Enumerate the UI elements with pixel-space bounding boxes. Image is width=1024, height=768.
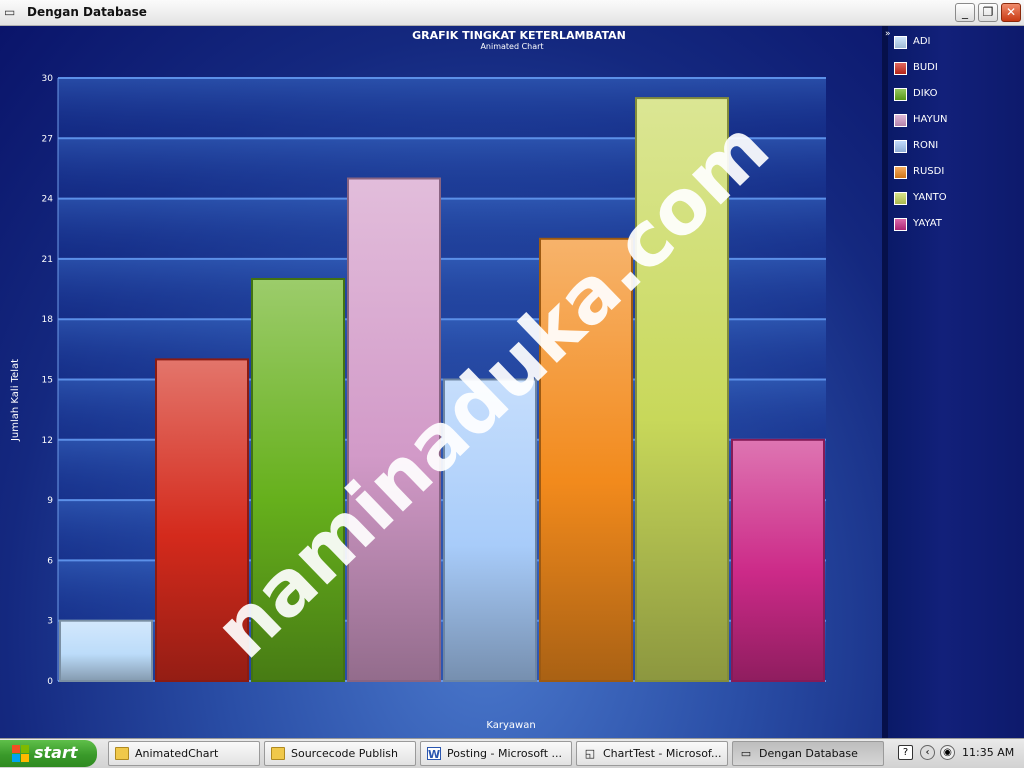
legend-swatch <box>894 166 907 179</box>
folder-icon <box>271 747 285 760</box>
y-tick-label: 0 <box>47 677 53 687</box>
bar-yayat <box>731 438 825 682</box>
legend-swatch <box>894 88 907 101</box>
taskbar: start AnimatedChart Sourcecode Publish W… <box>0 738 1024 768</box>
y-tick-label: 24 <box>42 195 54 205</box>
y-tick-label: 30 <box>42 74 54 84</box>
window-title: Dengan Database <box>27 5 147 19</box>
taskbar-button-posting-word[interactable]: W Posting - Microsoft ... <box>420 741 572 766</box>
taskbar-button-label: Sourcecode Publish <box>291 747 399 760</box>
taskbar-button-dengan-database[interactable]: ▭ Dengan Database <box>732 741 884 766</box>
legend-label: BUDI <box>913 62 938 73</box>
chart-title: GRAFIK TINGKAT KETERLAMBATAN <box>412 29 626 42</box>
y-tick-label: 15 <box>42 376 53 386</box>
restore-button[interactable]: ❐ <box>978 3 998 22</box>
y-tick-label: 12 <box>42 436 53 446</box>
legend-expand-icon[interactable]: » <box>885 29 891 39</box>
legend-label: YAYAT <box>913 218 942 229</box>
taskbar-button-animatedchart[interactable]: AnimatedChart <box>108 741 260 766</box>
legend-label: RUSDI <box>913 166 945 177</box>
legend-swatch <box>894 62 907 75</box>
bar-adi <box>59 619 153 683</box>
legend-label: DIKO <box>913 88 938 99</box>
taskbar-button-charttest[interactable]: ◱ ChartTest - Microsof... <box>576 741 728 766</box>
taskbar-button-label: Dengan Database <box>759 747 858 760</box>
y-tick-label: 18 <box>42 315 54 325</box>
app-icon: ◱ <box>584 747 596 760</box>
minimize-button[interactable]: _ <box>955 3 975 22</box>
window-icon: ▭ <box>740 747 752 760</box>
taskbar-button-label: Posting - Microsoft ... <box>447 747 563 760</box>
taskbar-button-sourcecode-publish[interactable]: Sourcecode Publish <box>264 741 416 766</box>
y-tick-label: 9 <box>47 496 53 506</box>
close-button[interactable]: ✕ <box>1001 3 1021 22</box>
legend-panel: » ADI BUDI DIKO HAYUN RONI RUSDI YANTO YAYAT <box>882 26 1024 738</box>
window-app-icon: ▭ <box>4 5 16 19</box>
folder-icon <box>115 747 129 760</box>
start-label: start <box>34 743 78 762</box>
tray-collapse-icon[interactable]: ‹ <box>920 745 935 760</box>
chart-area: 0 3 6 9 12 15 18 21 24 27 30 GRAFIK TINGKAT KETERLA… <box>0 26 882 738</box>
start-button[interactable]: start <box>0 740 97 767</box>
y-tick-label: 3 <box>47 617 53 627</box>
help-icon[interactable]: ? <box>898 745 913 760</box>
word-icon: W <box>427 747 441 761</box>
legend-swatch <box>894 140 907 153</box>
legend-swatch <box>894 192 907 205</box>
chart-subtitle: Animated Chart <box>480 42 543 51</box>
legend-label: RONI <box>913 140 939 151</box>
taskbar-button-label: ChartTest - Microsof... <box>603 747 722 760</box>
y-tick-label: 6 <box>47 556 53 566</box>
y-tick-label: 27 <box>42 134 53 144</box>
y-tick-label: 21 <box>42 255 53 265</box>
legend-swatch <box>894 218 907 231</box>
windows-logo-icon <box>12 745 29 762</box>
taskbar-clock: 11:35 AM <box>962 746 1015 759</box>
taskbar-button-label: AnimatedChart <box>135 747 219 760</box>
legend-label: YANTO <box>913 192 947 203</box>
volume-icon[interactable]: ◉ <box>940 745 955 760</box>
window-titlebar[interactable]: ▭ Dengan Database _ ❐ ✕ <box>0 0 1024 26</box>
legend-label: ADI <box>913 36 931 47</box>
y-axis-label: Jumlah Kali Telat <box>10 359 21 442</box>
bar-chart: 0 3 6 9 12 15 18 21 24 27 30 GRAFIK TINGKAT KETERLA… <box>10 29 826 731</box>
legend-swatch <box>894 114 907 127</box>
x-axis-label: Karyawan <box>486 720 535 731</box>
legend-swatch <box>894 36 907 49</box>
system-tray: ? ‹ ◉ 11:35 AM <box>890 739 1024 768</box>
legend-label: HAYUN <box>913 114 948 125</box>
